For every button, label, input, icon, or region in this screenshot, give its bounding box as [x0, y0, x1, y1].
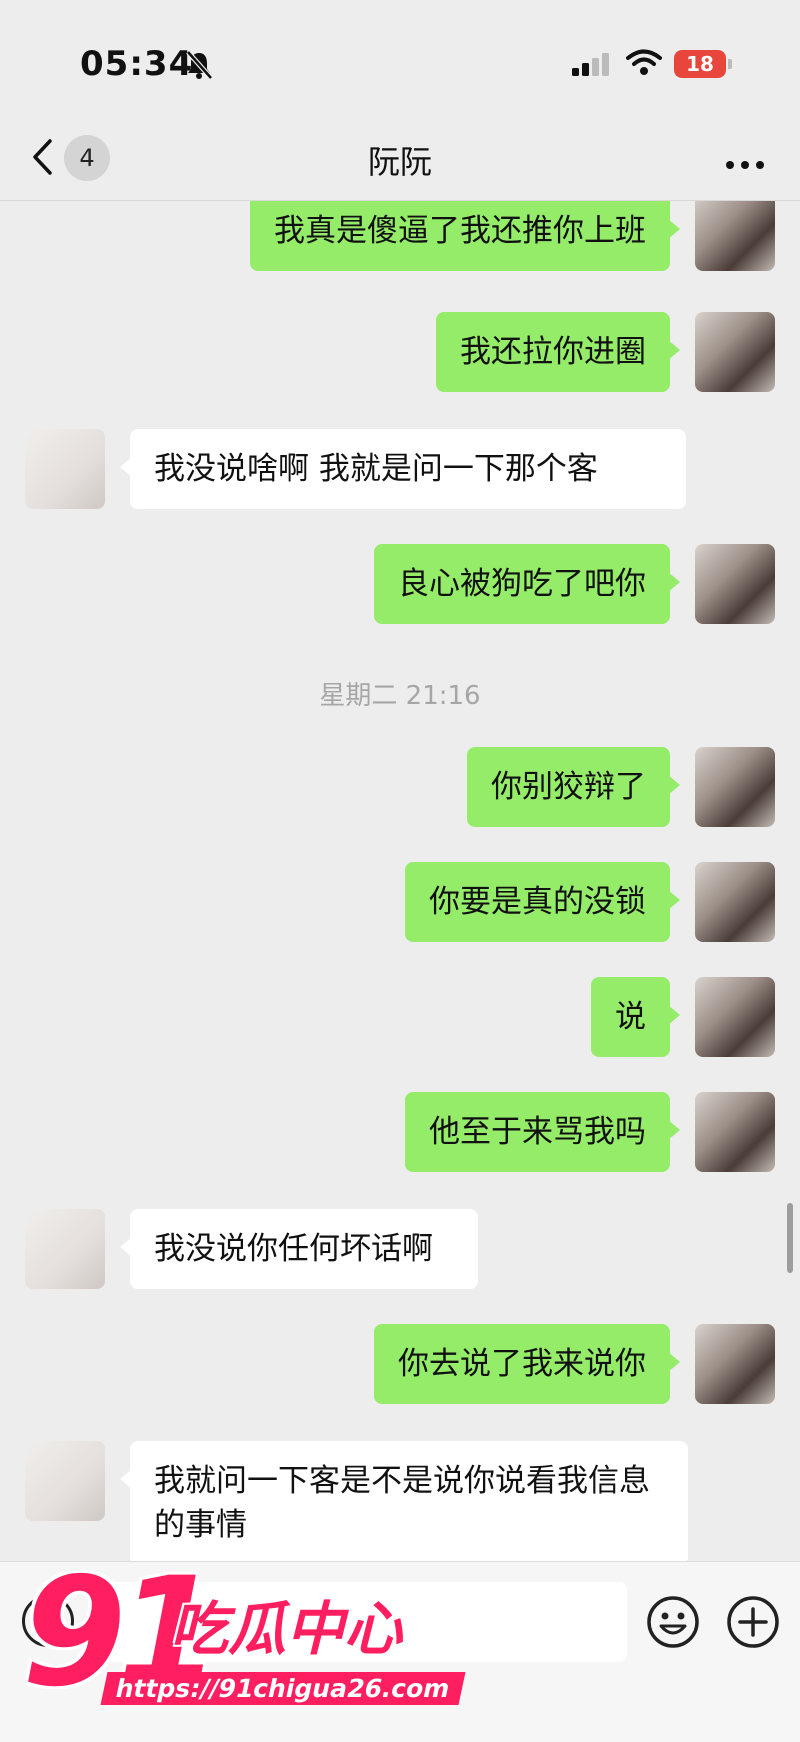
my-avatar[interactable] — [695, 1324, 775, 1404]
chat-title: 阮阮 — [367, 143, 432, 181]
contact-avatar[interactable] — [25, 1209, 105, 1289]
contact-avatar[interactable] — [25, 429, 105, 509]
my-avatar[interactable] — [695, 747, 775, 827]
add-attachment-icon[interactable] — [725, 1594, 781, 1654]
bell-muted-icon — [186, 50, 213, 84]
my-avatar[interactable] — [695, 862, 775, 942]
watermark-url: https://91chigua26.com — [100, 1672, 466, 1705]
sent-message-bubble[interactable]: 我还拉你进圈 — [436, 312, 680, 392]
sent-message-bubble[interactable]: 说 — [591, 977, 680, 1057]
sent-message-bubble[interactable]: 我真是傻逼了我还推你上班 — [250, 201, 680, 271]
battery-cap — [728, 59, 732, 69]
wifi-icon — [626, 48, 662, 80]
sent-message-bubble[interactable]: 你去说了我来说你 — [374, 1324, 680, 1404]
battery-indicator: 18 — [674, 50, 726, 78]
more-options-icon[interactable] — [725, 155, 765, 174]
chat-header: 4 阮阮 — [0, 125, 800, 201]
received-message-bubble[interactable]: 我就问一下客是不是说你说看我信息的事情 — [120, 1441, 688, 1561]
sent-message-bubble[interactable]: 你别狡辩了 — [467, 747, 680, 827]
clock: 05:34 — [80, 44, 194, 84]
received-message-bubble[interactable]: 我没说啥啊 我就是问一下那个客 — [120, 429, 686, 509]
message-list[interactable]: 我真是傻逼了我还推你上班 我还拉你进圈 我没说啥啊 我就是问一下那个客 良心被狗… — [0, 201, 800, 1561]
message-timestamp: 星期二 21:16 — [319, 681, 481, 711]
scrollbar-thumb[interactable] — [787, 1203, 793, 1273]
my-avatar[interactable] — [695, 1092, 775, 1172]
watermark-name: 吃瓜中心 — [170, 1595, 403, 1663]
sent-message-bubble[interactable]: 你要是真的没锁 — [405, 862, 680, 942]
my-avatar[interactable] — [695, 201, 775, 271]
sent-message-bubble[interactable]: 他至于来骂我吗 — [405, 1092, 680, 1172]
status-bar: 05:34 18 — [0, 0, 800, 125]
my-avatar[interactable] — [695, 544, 775, 624]
contact-avatar[interactable] — [25, 1441, 105, 1521]
received-message-bubble[interactable]: 我没说你任何坏话啊 — [120, 1209, 478, 1289]
cellular-signal-icon — [572, 52, 612, 82]
watermark-logo: 91 吃瓜中心 https://91chigua26.com — [22, 1548, 466, 1730]
my-avatar[interactable] — [695, 312, 775, 392]
sent-message-bubble[interactable]: 良心被狗吃了吧你 — [374, 544, 680, 624]
emoji-icon[interactable] — [645, 1594, 701, 1654]
my-avatar[interactable] — [695, 977, 775, 1057]
